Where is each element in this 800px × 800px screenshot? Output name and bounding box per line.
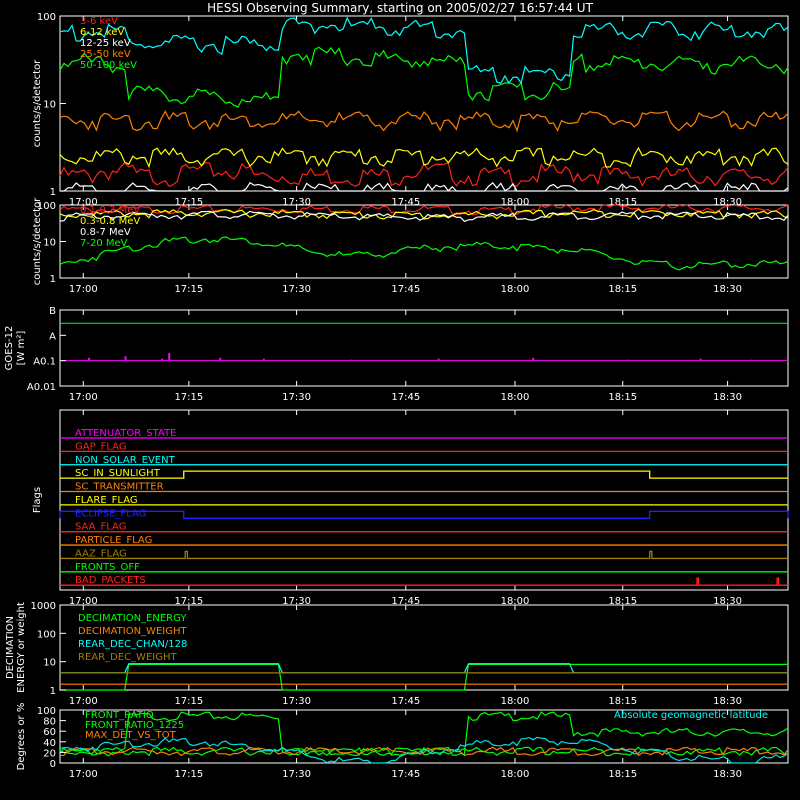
decim-y-tick-label: 1000: [31, 601, 56, 612]
goes-y-tick-label: A0.01: [27, 382, 56, 393]
goes-x-tick-label: 17:45: [391, 392, 420, 403]
goes-x-tick-label: 17:00: [69, 392, 98, 403]
flag-label: SC_TRANSMITTER: [75, 482, 164, 493]
highe-y-tick-label: 1: [50, 274, 56, 285]
ratio-x-tick-label: 18:30: [713, 769, 742, 780]
goes-y-tick-label: A0.1: [33, 357, 56, 368]
decim-legend-entry: DECIMATION_WEIGHT: [78, 626, 187, 637]
ratio-x-tick-label: 17:15: [174, 769, 203, 780]
decim-legend-entry: REAR_DEC_CHAN/128: [78, 639, 187, 650]
ratio-x-tick-label: 18:00: [501, 769, 530, 780]
flag-label: SAA_FLAG: [75, 522, 126, 533]
lowe-y-axis-label: counts/s/detector: [32, 59, 43, 147]
lowe-y-tick-label: 10: [43, 100, 56, 111]
ratio-x-tick-label: 17:30: [282, 769, 311, 780]
ratio-annotation: Absolute geomagnetic latitude: [614, 710, 768, 721]
decim-y-axis-label: DECIMATION: [5, 616, 16, 679]
observing-summary-chart: 17:00 17:15 17:30 17:45 18:00 18:15 18:3011010…: [4, 12, 789, 780]
flag-line: [60, 577, 788, 586]
flags-y-axis-label: Flags: [32, 487, 43, 513]
flag-label: ATTENUATOR_STATE: [75, 428, 176, 439]
decim-series-line: [60, 663, 788, 674]
goes-x-tick-label: 17:15: [174, 392, 203, 403]
goes-y-axis-label-2: [W m²]: [16, 331, 27, 366]
lowe-legend-entry: 12-25 keV: [80, 38, 131, 49]
ratio-y-tick-label: 60: [43, 727, 56, 738]
lowe-y-tick-label: 100: [37, 12, 56, 23]
flag-label: BAD_PACKETS: [75, 575, 146, 586]
decim-x-tick-label: 18:00: [501, 696, 530, 707]
highe-y-tick-label: 10: [43, 238, 56, 249]
lowe-legend-entry: 6-12 keV: [80, 27, 124, 38]
goes-plot-frame: [59, 309, 789, 387]
highe-x-tick-label: 17:45: [391, 284, 420, 295]
decim-legend-entry: DECIMATION_ENERGY: [78, 613, 187, 624]
ratio-y-tick-label: 40: [43, 738, 56, 749]
decim-x-tick-label: 18:15: [608, 696, 637, 707]
ratio-y-tick-label: 80: [43, 717, 56, 728]
lowe-series-line: [59, 46, 789, 108]
goes-x-tick-label: 18:00: [501, 392, 530, 403]
highe-legend-entry: 0.3-0.8 MeV: [80, 216, 140, 227]
flag-label: NON_SOLAR_EVENT: [75, 455, 176, 466]
decim-legend-entry: REAR_DEC_WEIGHT: [78, 652, 177, 663]
highe-series-line: [59, 236, 789, 271]
highe-x-tick-label: 18:15: [608, 284, 637, 295]
decim-y-tick-label: 10: [43, 658, 56, 669]
lowe-legend-entry: 3-6 keV: [80, 16, 118, 27]
highe-y-axis-label: counts/s/detector: [32, 197, 43, 285]
ratio-y-axis-label: Degrees or %: [16, 703, 27, 771]
highe-x-tick-label: 17:30: [282, 284, 311, 295]
goes-x-tick-label: 18:15: [608, 392, 637, 403]
decim-x-tick-label: 17:15: [174, 696, 203, 707]
decim-y-tick-label: 1: [50, 686, 56, 697]
lowe-series-line: [59, 161, 789, 188]
highe-series-line: [59, 204, 789, 216]
ratio-x-tick-label: 17:45: [391, 769, 420, 780]
ratio-x-tick-label: 18:15: [608, 769, 637, 780]
decim-series-line: [60, 663, 788, 691]
decim-x-tick-label: 17:45: [391, 696, 420, 707]
highe-x-tick-label: 18:30: [713, 284, 742, 295]
ratio-legend-entry: MAX_DET_VS_TOT: [85, 730, 177, 741]
decim-x-tick-label: 18:30: [713, 696, 742, 707]
flag-line: [60, 470, 788, 479]
highe-legend-entry: 0.1-0.3 MeV: [80, 205, 140, 216]
goes-y-axis-label: GOES-12: [4, 326, 15, 371]
goes-y-tick-label: A: [49, 331, 56, 342]
flag-label: FRONTS_OFF: [75, 562, 140, 573]
lowe-series-line: [59, 146, 789, 169]
decim-x-tick-label: 17:30: [282, 696, 311, 707]
highe-x-tick-label: 17:00: [69, 284, 98, 295]
flag-label: FLARE_FLAG: [75, 495, 138, 506]
flag-label: PARTICLE_FLAG: [75, 535, 152, 546]
flag-label: GAP_FLAG: [75, 441, 127, 452]
decim-y-tick-label: 100: [37, 629, 56, 640]
lowe-y-tick-label: 1: [50, 187, 56, 198]
ratio-x-tick-label: 17:00: [69, 769, 98, 780]
goes-x-tick-label: 17:30: [282, 392, 311, 403]
goes-x-tick-label: 18:30: [713, 392, 742, 403]
lowe-legend-entry: 50-100 keV: [80, 60, 137, 71]
flag-line: [60, 550, 788, 560]
decim-x-tick-label: 17:00: [69, 696, 98, 707]
lowe-series-line: [59, 16, 789, 85]
highe-legend-entry: 7-20 MeV: [80, 238, 128, 249]
highe-x-tick-label: 18:00: [501, 284, 530, 295]
flag-label: SC_IN_SUNLIGHT: [75, 468, 161, 479]
decim-y-axis-label-2: ENERGY or weight: [16, 602, 27, 693]
ratio-y-tick-label: 20: [43, 748, 56, 759]
highe-legend-entry: 0.8-7 MeV: [80, 227, 131, 238]
lowe-legend-entry: 25-50 keV: [80, 49, 131, 60]
ratio-y-tick-label: 100: [37, 706, 56, 717]
ratio-y-tick-label: 0: [50, 759, 56, 770]
flag-label: AAZ_FLAG: [75, 548, 127, 559]
flag-line: [59, 510, 789, 519]
lowe-series-line: [59, 110, 789, 133]
goes-y-tick-label: B: [49, 306, 56, 317]
flag-label: ECLIPSE_FLAG: [75, 508, 146, 519]
highe-x-tick-label: 17:15: [174, 284, 203, 295]
